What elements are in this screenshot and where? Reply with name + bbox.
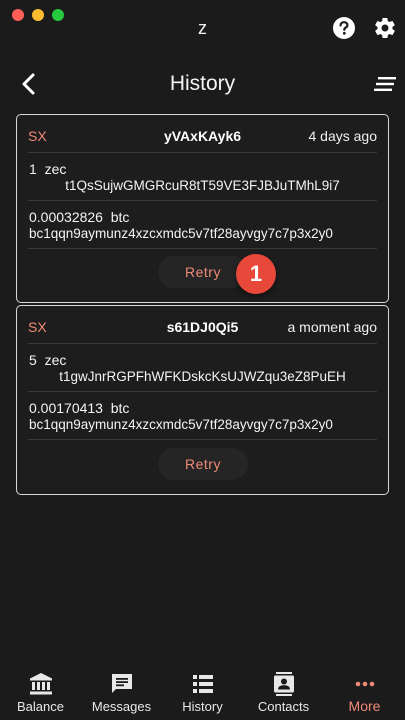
from-amount: 1 zec xyxy=(29,161,67,177)
transaction-card: SX yVAxKAyk6 4 days ago 1 zec t1QsSujwGM… xyxy=(16,114,389,303)
from-row: 5 zec t1gwJnrRGPFhWFKDskcKsUJWZqu3eZ8PuE… xyxy=(28,344,377,392)
bottom-nav: Balance Messages History Contacts More xyxy=(0,664,405,720)
nav-label: Messages xyxy=(91,699,152,714)
nav-item-contacts[interactable]: Contacts xyxy=(243,664,324,720)
to-address: bc1qqn9aymunz4xzcxmdc5v7tf28ayvgy7c7p3x2… xyxy=(29,417,333,432)
list-icon xyxy=(192,675,213,693)
nav-label: More xyxy=(348,698,381,714)
page-title: History xyxy=(169,72,236,95)
transaction-card: SX s61DJ0Qi5 a moment ago 5 zec t1gwJnrR… xyxy=(16,305,389,495)
nav-label: Balance xyxy=(17,699,64,714)
bank-icon xyxy=(29,673,52,695)
chat-icon xyxy=(111,674,132,693)
nav-label: History xyxy=(182,699,223,714)
to-address: bc1qqn9aymunz4xzcxmdc5v7tf28ayvgy7c7p3x2… xyxy=(29,226,333,241)
to-row: 0.00170413 btc bc1qqn9aymunz4xzcxmdc5v7t… xyxy=(28,392,377,440)
nav-item-messages[interactable]: Messages xyxy=(81,664,162,720)
more-icon xyxy=(355,681,374,687)
card-header: SX yVAxKAyk6 4 days ago xyxy=(28,115,377,153)
to-row: 0.00032826 btc bc1qqn9aymunz4xzcxmdc5v7t… xyxy=(28,201,377,249)
nav-item-balance[interactable]: Balance xyxy=(0,664,81,720)
sort-menu-icon[interactable] xyxy=(374,77,396,91)
to-amount: 0.00170413 btc xyxy=(29,400,130,416)
title-bar: z xyxy=(0,0,405,52)
from-address: t1QsSujwGMGRcuR8tT59VE3FJBJuTMhL9i7 xyxy=(65,178,340,193)
help-icon[interactable] xyxy=(333,17,355,39)
from-address: t1gwJnrRGPFhWFKDskcKsUJWZqu3eZ8PuEH xyxy=(59,369,346,384)
contacts-icon xyxy=(273,672,294,696)
gear-icon[interactable] xyxy=(373,16,397,40)
to-amount: 0.00032826 btc xyxy=(29,209,130,225)
from-row: 1 zec t1QsSujwGMGRcuR8tT59VE3FJBJuTMhL9i… xyxy=(28,153,377,201)
retry-button[interactable]: Retry xyxy=(158,256,248,288)
transaction-time: a moment ago xyxy=(287,319,378,335)
transaction-time: 4 days ago xyxy=(308,128,378,144)
nav-label: Contacts xyxy=(257,699,310,714)
nav-item-history[interactable]: History xyxy=(162,664,243,720)
retry-button[interactable]: Retry xyxy=(158,448,248,480)
notification-badge: 1 xyxy=(236,254,276,294)
card-header: SX s61DJ0Qi5 a moment ago xyxy=(28,306,377,344)
nav-item-more[interactable]: More xyxy=(324,664,405,720)
from-amount: 5 zec xyxy=(29,352,67,368)
app-window: z History SX yVAxKAyk6 4 days ago 1 zec … xyxy=(0,0,405,720)
